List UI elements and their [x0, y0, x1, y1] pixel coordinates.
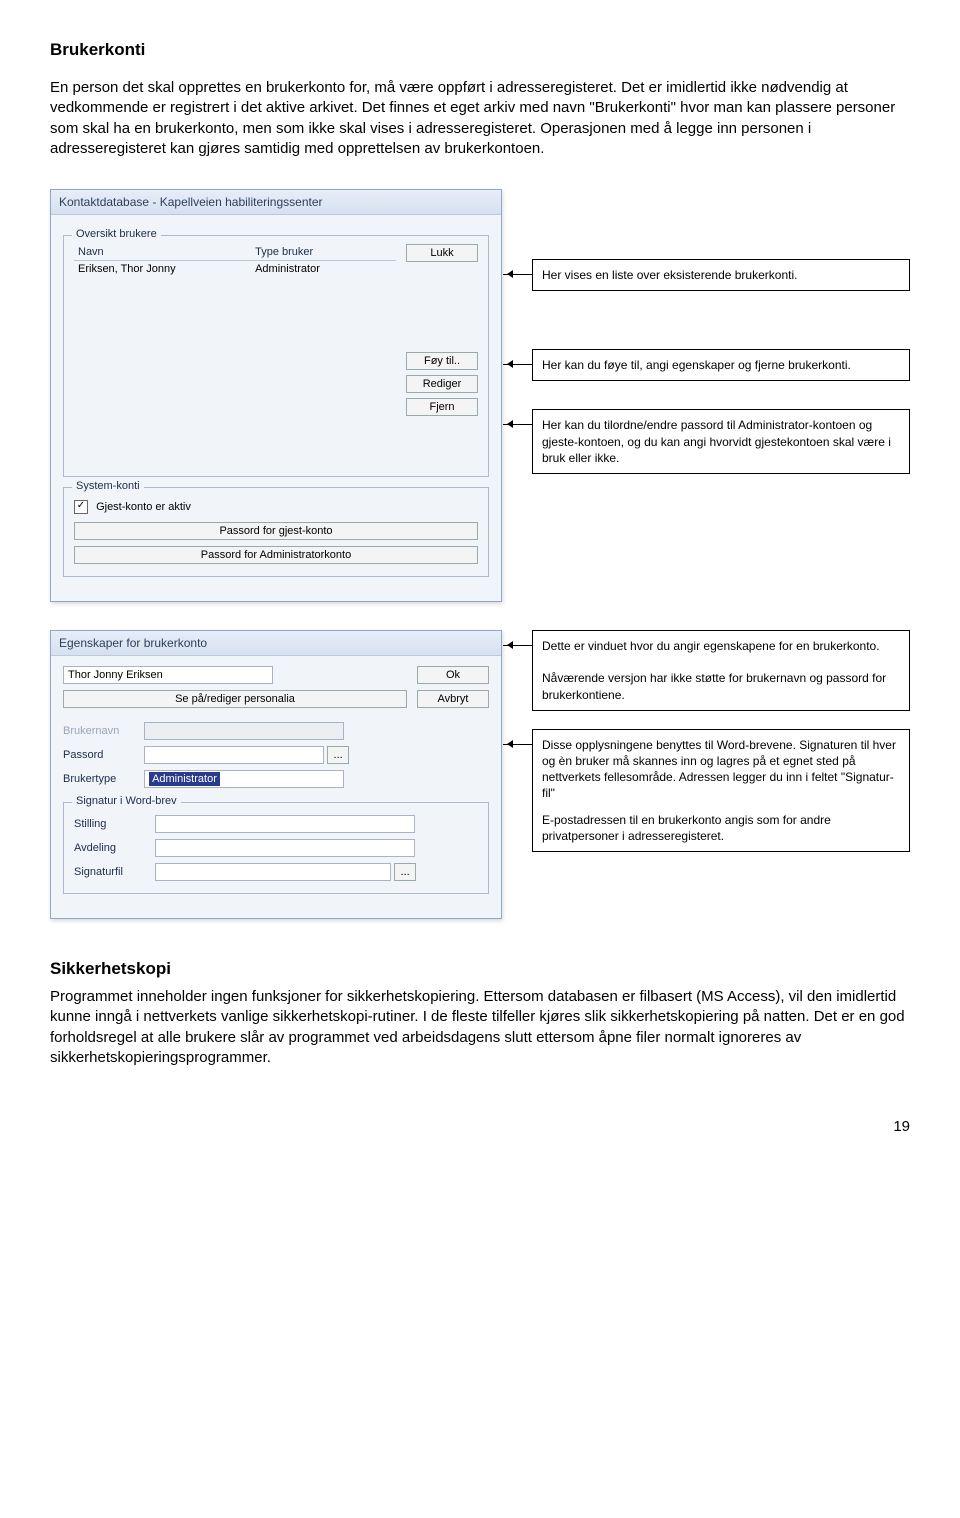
window-title: Kontaktdatabase - Kapellveien habiliteri…: [51, 190, 501, 215]
window-account-properties: Egenskaper for brukerkonto Thor Jonny Er…: [50, 630, 502, 919]
remove-button[interactable]: Fjern: [406, 398, 478, 416]
usertype-field[interactable]: Administrator: [144, 770, 344, 788]
annotation-word-signature-text: Disse opplysningene benyttes til Word-br…: [542, 737, 900, 802]
add-button[interactable]: Føy til..: [406, 352, 478, 370]
avdeling-field[interactable]: [155, 839, 415, 857]
username-field: [144, 722, 344, 740]
annotation-list: Her vises en liste over eksisterende bru…: [532, 259, 910, 291]
stilling-field[interactable]: [155, 815, 415, 833]
heading-sikkerhetskopi: Sikkerhetskopi: [50, 959, 910, 979]
guest-account-label: Gjest-konto er aktiv: [96, 501, 191, 513]
window2-title: Egenskaper for brukerkonto: [51, 631, 501, 656]
cell-navn: Eriksen, Thor Jonny: [74, 261, 251, 278]
annotation-word-signature: Disse opplysningene benyttes til Word-br…: [532, 729, 910, 852]
signaturfil-field[interactable]: [155, 863, 391, 881]
col-navn: Navn: [74, 244, 251, 261]
guest-account-checkbox[interactable]: ✓: [74, 500, 88, 514]
name-field[interactable]: Thor Jonny Eriksen: [63, 666, 273, 684]
annotation-epost: E-postadressen til en brukerkonto angis …: [542, 812, 900, 844]
footer-paragraph: Programmet inneholder ingen funksjoner f…: [50, 987, 910, 1068]
label-avdeling: Avdeling: [74, 842, 152, 854]
annotation-passwords: Her kan du tilordne/endre passord til Ad…: [532, 409, 910, 474]
col-type: Type bruker: [251, 244, 396, 261]
cancel-button[interactable]: Avbryt: [417, 690, 489, 708]
users-table: Navn Type bruker Eriksen, Thor Jonny Adm…: [74, 244, 396, 277]
admin-password-button[interactable]: Passord for Administratorkonto: [74, 546, 478, 564]
label-stilling: Stilling: [74, 818, 152, 830]
personalia-button[interactable]: Se på/rediger personalia: [63, 690, 407, 708]
window-users-overview: Kontaktdatabase - Kapellveien habiliteri…: [50, 189, 502, 602]
ok-button[interactable]: Ok: [417, 666, 489, 684]
edit-button[interactable]: Rediger: [406, 375, 478, 393]
close-button[interactable]: Lukk: [406, 244, 478, 262]
intro-paragraph: En person det skal opprettes en brukerko…: [50, 78, 910, 159]
password-browse-button[interactable]: ...: [327, 746, 349, 764]
label-brukertype: Brukertype: [63, 773, 141, 785]
page-number: 19: [50, 1118, 910, 1135]
label-signaturfil: Signaturfil: [74, 866, 152, 878]
table-row[interactable]: Eriksen, Thor Jonny Administrator: [74, 261, 396, 278]
annotation-add-edit: Her kan du føye til, angi egenskaper og …: [532, 349, 910, 381]
group-system-konti: System-konti: [72, 480, 144, 492]
cell-type: Administrator: [251, 261, 396, 278]
group-signature: Signatur i Word-brev: [72, 795, 181, 807]
heading-brukerkonti: Brukerkonti: [50, 40, 910, 60]
password-field[interactable]: [144, 746, 324, 764]
signaturfil-browse-button[interactable]: ...: [394, 863, 416, 881]
group-overview: Oversikt brukere: [72, 228, 161, 240]
label-brukernavn: Brukernavn: [63, 725, 141, 737]
annotation-properties-window: Dette er vinduet hvor du angir egenskape…: [532, 630, 910, 711]
guest-password-button[interactable]: Passord for gjest-konto: [74, 522, 478, 540]
label-passord: Passord: [63, 749, 141, 761]
